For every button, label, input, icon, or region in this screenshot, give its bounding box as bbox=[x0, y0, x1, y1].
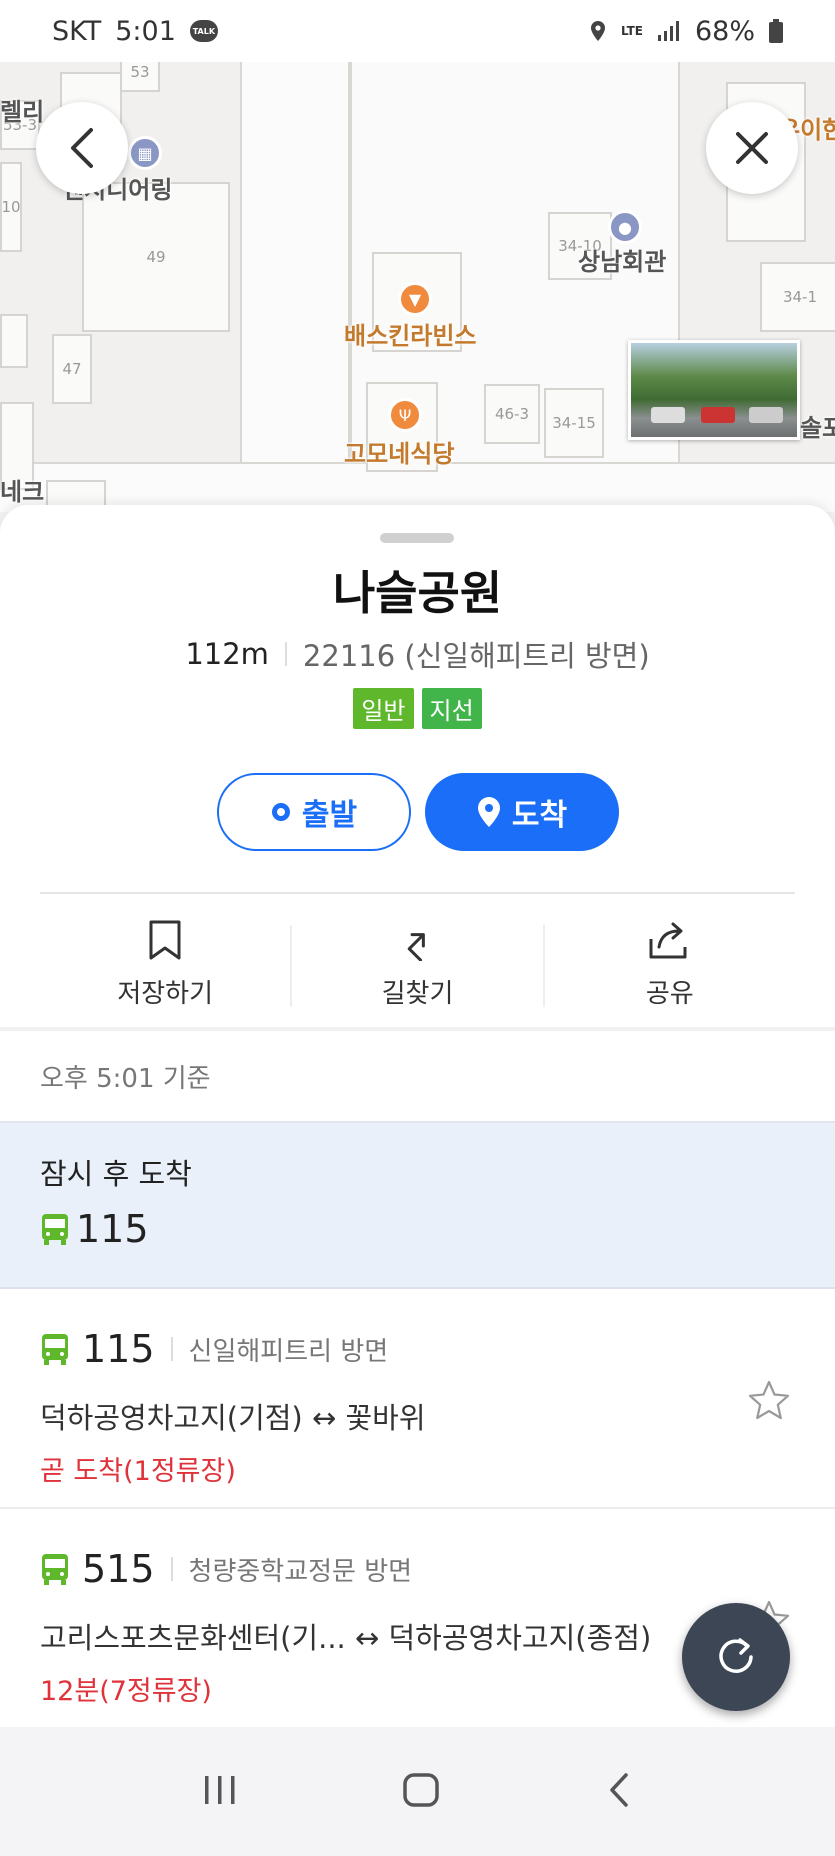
origin-dot-icon bbox=[271, 803, 290, 821]
restaurant-icon[interactable]: Ψ bbox=[388, 398, 422, 432]
share-label: 공유 bbox=[645, 979, 694, 1009]
route-number: 115 bbox=[82, 1327, 155, 1371]
kakaotalk-icon: TALK bbox=[189, 20, 218, 42]
office-icon[interactable]: ▦ bbox=[128, 136, 162, 170]
action-bar: 저장하기 길찾기 공유 bbox=[40, 919, 795, 1025]
location-pin-icon bbox=[477, 797, 500, 827]
arriving-soon-label: 잠시 후 도착 bbox=[40, 1157, 192, 1191]
refresh-button[interactable] bbox=[682, 1603, 790, 1711]
carrier-label: SKT bbox=[52, 15, 102, 47]
route-direction: 신일해피트리 방면 bbox=[188, 1336, 389, 1367]
battery-icon bbox=[769, 19, 783, 43]
arrive-button[interactable]: 도착 bbox=[424, 773, 619, 851]
depart-button[interactable]: 출발 bbox=[216, 773, 411, 851]
bus-route-item[interactable]: 115 신일해피트리 방면 덕하공영차고지(기점) ↔ 꽃바위 곧 도착(1정류… bbox=[0, 1291, 835, 1509]
directions-arrow-icon bbox=[408, 933, 426, 961]
icecream-icon[interactable]: ▼ bbox=[398, 282, 432, 316]
map-poi-label[interactable]: 고모네식당 bbox=[344, 434, 454, 469]
map-building: 47 bbox=[52, 334, 92, 404]
status-bar: SKT 5:01 TALK LTE 68% bbox=[0, 0, 835, 62]
favorite-button[interactable] bbox=[747, 1379, 791, 1425]
arriving-bus[interactable]: 115 bbox=[40, 1207, 149, 1251]
office-icon[interactable]: ● bbox=[608, 210, 642, 244]
separator bbox=[170, 1337, 173, 1361]
map-building: 46-3 bbox=[484, 384, 540, 444]
refresh-icon bbox=[719, 1638, 753, 1673]
stop-number-direction: 22116 (신일해피트리 방면) bbox=[302, 639, 650, 673]
route-eta: 곧 도착(1정류장) bbox=[40, 1456, 236, 1487]
battery-percent: 68% bbox=[694, 15, 755, 47]
save-button[interactable]: 저장하기 bbox=[40, 919, 290, 1025]
map-poi-label[interactable]: 배스킨라빈스 bbox=[344, 316, 476, 351]
tag-general: 일반 bbox=[353, 688, 414, 729]
drag-handle[interactable] bbox=[380, 533, 454, 543]
bus-icon bbox=[42, 1334, 68, 1365]
system-navigation-bar bbox=[0, 1727, 835, 1856]
depart-label: 출발 bbox=[301, 798, 358, 833]
home-icon bbox=[403, 1772, 440, 1807]
arrive-label: 도착 bbox=[511, 798, 568, 833]
arriving-soon-section: 잠시 후 도착 115 bbox=[0, 1121, 835, 1289]
bookmark-icon bbox=[149, 920, 181, 960]
signal-icon bbox=[657, 21, 679, 41]
chevron-left-icon bbox=[610, 1772, 628, 1807]
map-building: 10 bbox=[0, 162, 22, 252]
location-icon bbox=[590, 21, 605, 41]
network-label: LTE bbox=[620, 24, 643, 38]
route-type-tags: 일반 지선 bbox=[0, 688, 835, 729]
share-button[interactable]: 공유 bbox=[545, 919, 795, 1025]
bus-icon bbox=[42, 1554, 68, 1585]
map-road bbox=[240, 62, 350, 512]
directions-button[interactable]: 길찾기 bbox=[292, 919, 542, 1025]
bus-icon bbox=[42, 1214, 68, 1245]
route-number: 515 bbox=[82, 1547, 155, 1591]
route-eta: 12분(7정류장) bbox=[40, 1676, 212, 1707]
home-button[interactable] bbox=[402, 1772, 440, 1812]
map-building: 34-15 bbox=[544, 388, 604, 458]
recent-apps-button[interactable] bbox=[203, 1774, 237, 1810]
divider bbox=[40, 892, 795, 894]
system-back-button[interactable] bbox=[606, 1772, 632, 1812]
back-button[interactable] bbox=[36, 102, 128, 194]
close-button[interactable] bbox=[706, 102, 798, 194]
share-icon bbox=[649, 922, 687, 959]
map-view[interactable]: 53 53-3 10 49 47 34-10 46-3 34-15 13-21 … bbox=[0, 62, 835, 512]
tag-branch: 지선 bbox=[421, 688, 482, 729]
save-label: 저장하기 bbox=[117, 979, 213, 1009]
separator bbox=[170, 1557, 173, 1581]
map-poi-label: 네크 bbox=[0, 478, 45, 506]
map-building: 53 bbox=[120, 62, 160, 92]
directions-label: 길찾기 bbox=[381, 979, 454, 1009]
map-poi-label: 솔포 bbox=[800, 414, 835, 442]
arriving-bus-number: 115 bbox=[76, 1207, 149, 1251]
base-time-label: 오후 5:01 기준 bbox=[40, 1064, 211, 1094]
stop-name: 나슬공원 bbox=[332, 566, 503, 620]
stop-distance: 112m bbox=[185, 637, 269, 671]
route-path: 고리스포츠문화센터(기... ↔ 덕하공영차고지(종점) bbox=[40, 1621, 652, 1655]
recent-apps-icon bbox=[204, 1775, 235, 1804]
stop-subtitle: 112m 22116 (신일해피트리 방면) bbox=[0, 633, 835, 675]
section-separator bbox=[0, 1027, 835, 1031]
map-poi-label[interactable]: 상남회관 bbox=[578, 242, 666, 277]
map-poi-label: 렐리 bbox=[0, 98, 45, 126]
star-icon bbox=[748, 1380, 790, 1420]
close-icon bbox=[736, 132, 768, 164]
clock: 5:01 bbox=[115, 15, 176, 47]
route-path: 덕하공영차고지(기점) ↔ 꽃바위 bbox=[40, 1401, 426, 1435]
separator bbox=[284, 642, 287, 666]
map-building bbox=[0, 314, 28, 368]
route-direction: 청량중학교정문 방면 bbox=[188, 1556, 413, 1587]
map-building: 34-1 bbox=[760, 262, 835, 332]
chevron-left-icon bbox=[71, 128, 93, 168]
roadview-thumbnail[interactable] bbox=[628, 340, 800, 440]
depart-arrive-buttons: 출발 도착 bbox=[0, 773, 835, 851]
